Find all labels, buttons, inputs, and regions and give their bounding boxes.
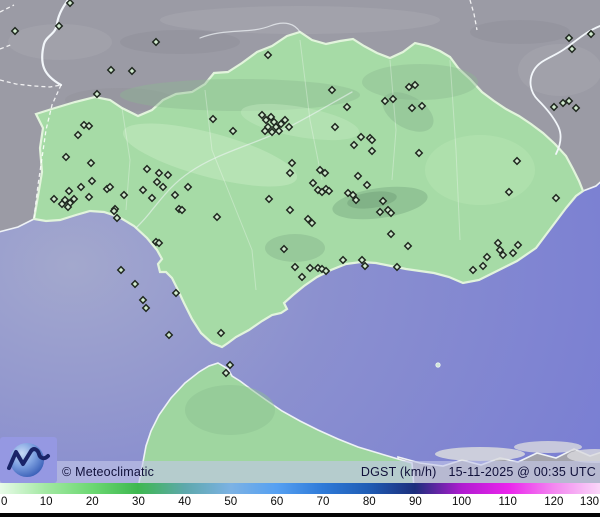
- meteoclimatic-logo: [0, 437, 57, 483]
- scale-segment: [230, 483, 277, 494]
- bottom-edge-line: [0, 513, 600, 517]
- scale-segment: [323, 483, 370, 494]
- scale-segment: [46, 483, 93, 494]
- map-canvas: [0, 0, 600, 483]
- scale-tick-label: 80: [362, 496, 376, 508]
- scale-tick-label: 70: [316, 496, 330, 508]
- scale-segment: [415, 483, 462, 494]
- color-scale-labels: 0 10 20 30 40 50 60 70 80 90 100 110 120 130: [0, 494, 600, 513]
- weather-map-screenshot: © Meteoclimatic DGST (km/h) 15-11-2025 @…: [0, 0, 600, 517]
- scale-segment: [0, 483, 47, 494]
- scale-segment: [276, 483, 324, 494]
- scale-tick-label: 40: [178, 496, 192, 508]
- scale-tick-label: 10: [39, 496, 53, 508]
- morocco-terrain-shading: [185, 385, 275, 435]
- scale-tick-label: 50: [224, 496, 238, 508]
- scale-segment: [92, 483, 139, 494]
- scale-tick-label: 130: [579, 496, 599, 508]
- scale-segment: [184, 483, 231, 494]
- scale-segment: [369, 483, 416, 494]
- product-label: DGST (km/h): [360, 465, 437, 479]
- color-scale-bar: [0, 483, 600, 494]
- scale-segment: [553, 483, 600, 494]
- scale-tick-label: 0: [1, 496, 8, 508]
- scale-tick-label: 100: [451, 496, 472, 508]
- scale-tick-label: 60: [270, 496, 284, 508]
- scale-tick-label: 30: [132, 496, 145, 508]
- scale-segment: [138, 483, 185, 494]
- scale-tick-label: 90: [408, 496, 422, 508]
- scale-segment: [461, 483, 508, 494]
- scale-tick-label: 110: [498, 496, 517, 508]
- scale-segment: [507, 483, 554, 494]
- logo-wave-icon: [7, 447, 50, 470]
- scale-tick-label: 120: [544, 496, 564, 508]
- datetime-label: 15-11-2025 @ 00:35 UTC: [448, 465, 596, 479]
- footer-band: © Meteoclimatic DGST (km/h) 15-11-2025 @…: [0, 461, 600, 483]
- copyright-label: © Meteoclimatic: [62, 465, 155, 479]
- scale-tick-label: 20: [85, 496, 99, 508]
- alboran-island: [435, 362, 441, 368]
